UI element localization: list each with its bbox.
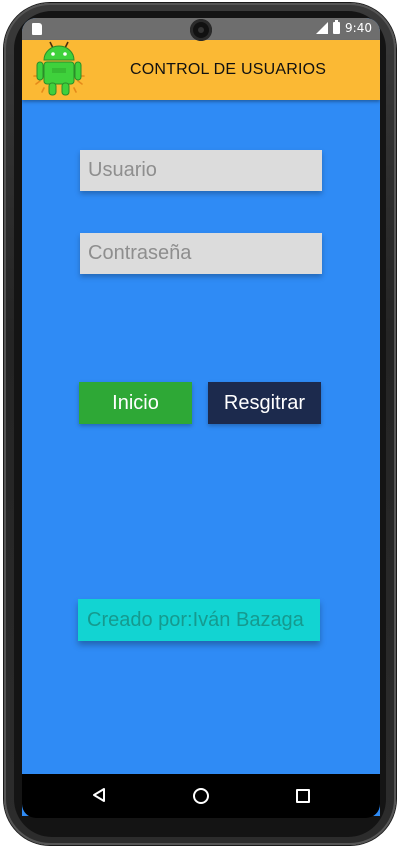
app-screen: 9:40 CONTROL DE USUARIOS Usuario Inicio … — [22, 18, 380, 816]
signal-icon — [316, 22, 329, 34]
status-bar: 9:40 — [22, 18, 380, 41]
status-clock: 9:40 — [345, 21, 372, 35]
page-title: CONTROL DE USUARIOS — [130, 61, 327, 78]
register-button[interactable]: Resgitrar — [208, 382, 321, 424]
navigation-bar — [22, 774, 380, 818]
credit-label: Creado por:Iván Bazaga — [78, 599, 320, 641]
password-input[interactable] — [80, 233, 322, 274]
username-input[interactable] — [80, 150, 322, 191]
sd-card-icon — [32, 23, 42, 35]
home-circle-icon[interactable] — [193, 788, 209, 804]
front-camera — [190, 19, 212, 41]
status-indicators: 9:40 — [316, 20, 372, 35]
app-bar: CONTROL DE USUARIOS — [22, 40, 380, 100]
android-robot-icon — [33, 41, 85, 96]
login-button[interactable]: Inicio — [79, 382, 192, 424]
battery-icon — [333, 20, 341, 34]
back-triangle-icon[interactable] — [91, 787, 107, 803]
recents-square-icon[interactable] — [296, 789, 310, 803]
